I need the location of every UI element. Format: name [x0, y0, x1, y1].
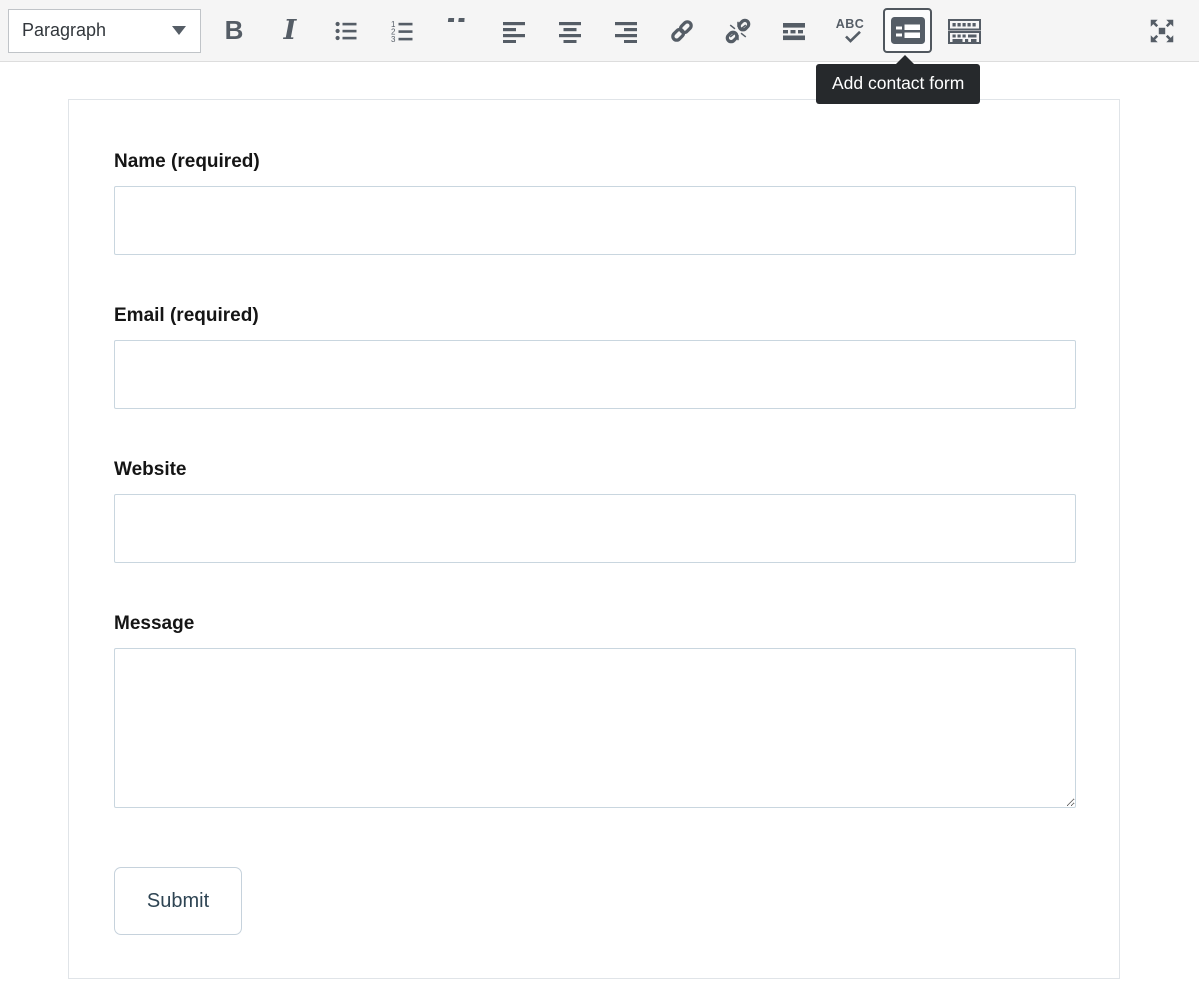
bold-button[interactable]: B	[211, 9, 257, 53]
numbered-list-button[interactable]: 1 2 3	[379, 9, 425, 53]
toolbar-toggle-button[interactable]	[942, 9, 988, 53]
message-label: Message	[114, 612, 1076, 636]
paragraph-format-dropdown[interactable]: Paragraph	[8, 9, 201, 53]
name-label: Name (required)	[114, 150, 1076, 174]
name-field-group: Name (required)	[114, 150, 1076, 255]
add-contact-form-tooltip: Add contact form	[816, 64, 980, 104]
spellcheck-icon: ABC	[836, 18, 865, 43]
keyboard-icon	[948, 17, 982, 45]
contact-form-icon	[891, 17, 925, 44]
website-field-group: Website	[114, 458, 1076, 563]
align-right-icon	[614, 19, 638, 43]
message-textarea[interactable]	[114, 648, 1076, 808]
bold-icon: B	[225, 15, 244, 46]
editor-content-area: Name (required) Email (required) Website…	[0, 62, 1199, 992]
more-tag-button[interactable]	[771, 9, 817, 53]
message-field-group: Message	[114, 612, 1076, 808]
italic-icon: I	[284, 15, 297, 46]
bullet-list-icon	[334, 19, 358, 43]
align-center-icon	[558, 19, 582, 43]
svg-text:3: 3	[391, 35, 396, 43]
blockquote-button[interactable]: “	[435, 9, 481, 53]
contact-form-preview: Name (required) Email (required) Website…	[68, 99, 1120, 979]
editor-toolbar: Paragraph B I 1 2 3 “	[0, 0, 1199, 62]
website-input[interactable]	[114, 494, 1076, 563]
spellcheck-button[interactable]: ABC	[827, 9, 873, 53]
align-left-button[interactable]	[491, 9, 537, 53]
tooltip-text: Add contact form	[832, 73, 964, 93]
paragraph-format-value: Paragraph	[22, 20, 106, 41]
unlink-icon	[725, 18, 751, 44]
link-icon	[669, 18, 695, 44]
name-input[interactable]	[114, 186, 1076, 255]
link-button[interactable]	[659, 9, 705, 53]
align-right-button[interactable]	[603, 9, 649, 53]
align-center-button[interactable]	[547, 9, 593, 53]
website-label: Website	[114, 458, 1076, 482]
more-tag-icon	[782, 19, 806, 43]
email-input[interactable]	[114, 340, 1076, 409]
add-contact-form-button[interactable]	[883, 8, 932, 53]
email-label: Email (required)	[114, 304, 1076, 328]
italic-button[interactable]: I	[267, 9, 313, 53]
submit-button[interactable]: Submit	[114, 867, 242, 935]
fullscreen-icon	[1147, 16, 1177, 46]
email-field-group: Email (required)	[114, 304, 1076, 409]
align-left-icon	[502, 19, 526, 43]
fullscreen-button[interactable]	[1139, 9, 1185, 53]
blockquote-icon: “	[445, 18, 471, 44]
unlink-button[interactable]	[715, 9, 761, 53]
bullet-list-button[interactable]	[323, 9, 369, 53]
chevron-down-icon	[172, 26, 186, 35]
numbered-list-icon: 1 2 3	[390, 19, 414, 43]
